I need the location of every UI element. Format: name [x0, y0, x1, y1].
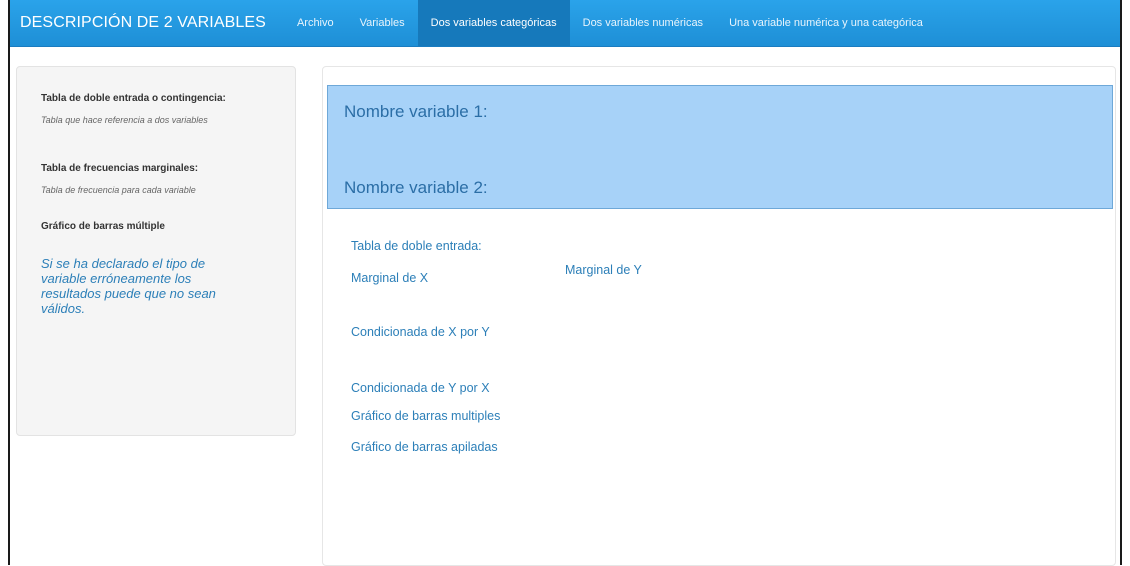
- app-frame: DESCRIPCIÓN DE 2 VARIABLES Archivo Varia…: [8, 0, 1122, 566]
- variable-2-label: Nombre variable 2:: [344, 178, 488, 197]
- output-grafico-barras-apiladas: Gráfico de barras apiladas: [351, 440, 498, 454]
- sidebar-warning: Si se ha declarado el tipo de variable e…: [41, 256, 216, 316]
- top-navbar: DESCRIPCIÓN DE 2 VARIABLES Archivo Varia…: [10, 0, 1120, 47]
- sidebar-panel: Tabla de doble entrada o contingencia: T…: [16, 66, 296, 436]
- variable-names-panel: Nombre variable 1: Nombre variable 2:: [327, 85, 1113, 209]
- sidebar-heading-marginales: Tabla de frecuencias marginales:: [41, 163, 199, 174]
- tab-numerica-y-categorica[interactable]: Una variable numérica y una categórica: [716, 0, 936, 46]
- variable-1-label: Nombre variable 1:: [344, 102, 488, 121]
- sidebar-heading-contingencia: Tabla de doble entrada o contingencia:: [41, 93, 226, 104]
- output-marginal-y: Marginal de Y: [565, 263, 642, 277]
- tab-archivo[interactable]: Archivo: [284, 0, 347, 46]
- sidebar-desc-contingencia: Tabla que hace referencia a dos variable…: [41, 115, 208, 125]
- output-condicionada-x-por-y: Condicionada de X por Y: [351, 325, 490, 339]
- output-grafico-barras-multiples: Gráfico de barras multiples: [351, 409, 501, 423]
- sidebar-desc-marginales: Tabla de frecuencia para cada variable: [41, 185, 196, 195]
- tab-variables[interactable]: Variables: [347, 0, 418, 46]
- app-title[interactable]: DESCRIPCIÓN DE 2 VARIABLES: [10, 0, 284, 46]
- tab-dos-variables-categoricas[interactable]: Dos variables categóricas: [417, 0, 570, 46]
- main-panel: Nombre variable 1: Nombre variable 2: Ta…: [322, 66, 1116, 566]
- output-marginal-x: Marginal de X: [351, 271, 429, 285]
- tab-dos-variables-numericas[interactable]: Dos variables numéricas: [570, 0, 716, 46]
- output-condicionada-y-por-x: Condicionada de Y por X: [351, 381, 490, 395]
- sidebar-heading-grafico: Gráfico de barras múltiple: [41, 221, 165, 232]
- output-tabla-doble-entrada: Tabla de doble entrada:: [351, 239, 482, 253]
